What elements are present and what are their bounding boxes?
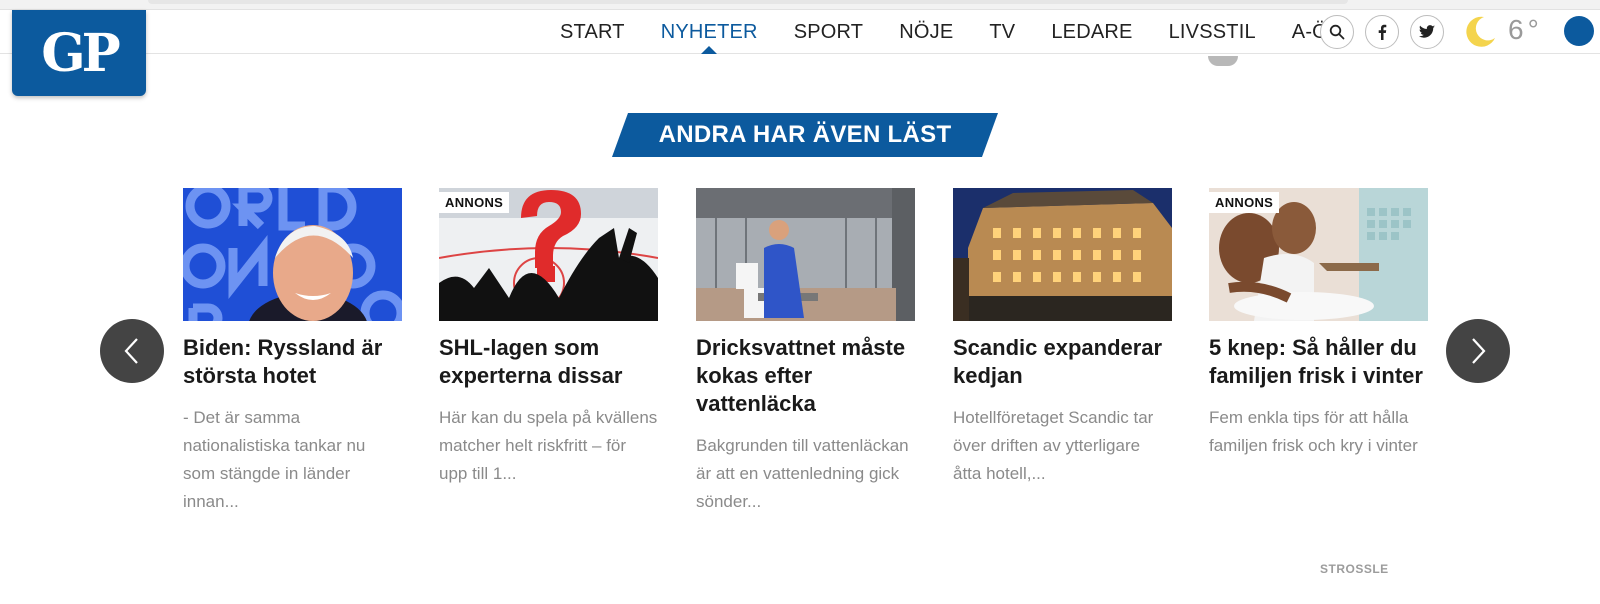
carousel-next-button[interactable]: [1446, 319, 1510, 383]
article-thumbnail: [953, 188, 1172, 321]
account-button[interactable]: [1564, 16, 1594, 46]
nav-item-livsstil[interactable]: LIVSSTIL: [1169, 10, 1256, 54]
section-heading: ANDRA HAR ÄVEN LÄST: [611, 113, 999, 157]
facebook-button[interactable]: [1365, 15, 1399, 49]
site-logo[interactable]: GP: [12, 10, 146, 96]
nav-item-start[interactable]: START: [560, 10, 625, 54]
article-excerpt: Fem enkla tips för att hålla familjen fr…: [1209, 408, 1418, 455]
article-thumbnail: [696, 188, 915, 321]
article-thumbnail: ANNONS: [439, 188, 658, 321]
facebook-icon: [1378, 24, 1387, 40]
twitter-button[interactable]: [1410, 15, 1444, 49]
nav-item-noje[interactable]: NÖJE: [899, 10, 953, 54]
nav-item-sport[interactable]: SPORT: [794, 10, 864, 54]
article-excerpt: Bakgrunden till vattenläckan är att en v…: [696, 436, 909, 511]
search-button[interactable]: [1320, 15, 1354, 49]
article-thumbnail: [183, 188, 402, 321]
chevron-left-icon: [124, 338, 138, 364]
article-card[interactable]: Biden: Ryssland är största hotet - Det ä…: [183, 188, 402, 516]
article-title: Dricksvattnet måste kokas efter vattenlä…: [696, 335, 906, 416]
logo-text: GP: [41, 22, 120, 84]
temperature-value: 6°: [1508, 14, 1543, 45]
browser-tab-strip: [148, 0, 1348, 4]
article-title: Scandic expanderar kedjan: [953, 335, 1163, 388]
browser-top-edge: [0, 0, 1600, 10]
article-card[interactable]: Dricksvattnet måste kokas efter vattenlä…: [696, 188, 915, 516]
widget-credit: STROSSLE: [1320, 562, 1389, 576]
carousel-prev-button[interactable]: [100, 319, 164, 383]
search-icon: [1329, 24, 1345, 40]
article-excerpt: - Det är samma nationalistiska tankar nu…: [183, 408, 366, 511]
nav-item-ledare[interactable]: LEDARE: [1051, 10, 1132, 54]
article-excerpt: Hotellföretaget Scandic tar över driften…: [953, 408, 1154, 483]
sponsored-badge: ANNONS: [439, 192, 510, 213]
article-card[interactable]: Scandic expanderar kedjan Hotellföretage…: [953, 188, 1172, 488]
nav-item-tv[interactable]: TV: [989, 10, 1015, 54]
main-nav: START NYHETER SPORT NÖJE TV LEDARE LIVSS…: [560, 10, 1364, 54]
moon-icon: [1466, 16, 1495, 47]
nav-item-nyheter[interactable]: NYHETER: [661, 10, 758, 54]
article-title: SHL-lagen som experterna dissar: [439, 335, 623, 388]
article-title: Biden: Ryssland är största hotet: [183, 335, 383, 388]
article-excerpt: Här kan du spela på kvällens matcher hel…: [439, 408, 658, 483]
article-thumbnail: ANNONS: [1209, 188, 1428, 321]
sponsored-badge: ANNONS: [1209, 192, 1280, 213]
article-title: 5 knep: Så håller du familjen frisk i vi…: [1209, 335, 1423, 388]
chevron-right-icon: [1472, 338, 1486, 364]
avatar: [1208, 56, 1238, 66]
section-title: ANDRA HAR ÄVEN LÄST: [658, 121, 952, 148]
article-card[interactable]: ANNONS SHL-lagen som experterna dissar H…: [439, 188, 658, 488]
twitter-icon: [1419, 25, 1435, 38]
article-card[interactable]: ANNONS 5 knep: Så håller du familjen fri…: [1209, 188, 1428, 460]
